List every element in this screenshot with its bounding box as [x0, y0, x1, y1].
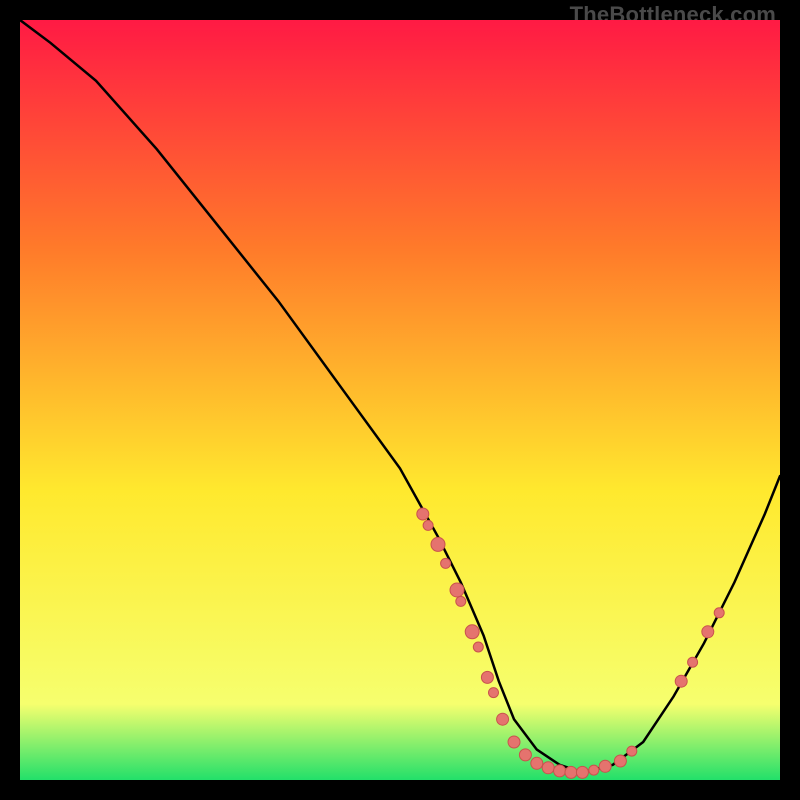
data-point	[456, 596, 466, 606]
data-point	[519, 749, 531, 761]
data-point	[465, 625, 479, 639]
data-point	[481, 671, 493, 683]
data-point	[554, 765, 566, 777]
data-point	[450, 583, 464, 597]
data-point	[508, 736, 520, 748]
data-point	[542, 762, 554, 774]
data-point	[702, 626, 714, 638]
chart-frame	[20, 20, 780, 780]
data-point	[714, 608, 724, 618]
data-point	[431, 537, 445, 551]
data-point	[576, 766, 588, 778]
data-point	[423, 520, 433, 530]
data-point	[675, 675, 687, 687]
data-point	[599, 760, 611, 772]
data-point	[497, 713, 509, 725]
bottleneck-chart	[20, 20, 780, 780]
data-point	[441, 558, 451, 568]
data-point	[417, 508, 429, 520]
data-point	[473, 642, 483, 652]
data-point	[627, 746, 637, 756]
data-point	[531, 757, 543, 769]
data-point	[589, 765, 599, 775]
gradient-background	[20, 20, 780, 780]
data-point	[688, 657, 698, 667]
data-point	[614, 755, 626, 767]
data-point	[565, 766, 577, 778]
data-point	[489, 688, 499, 698]
